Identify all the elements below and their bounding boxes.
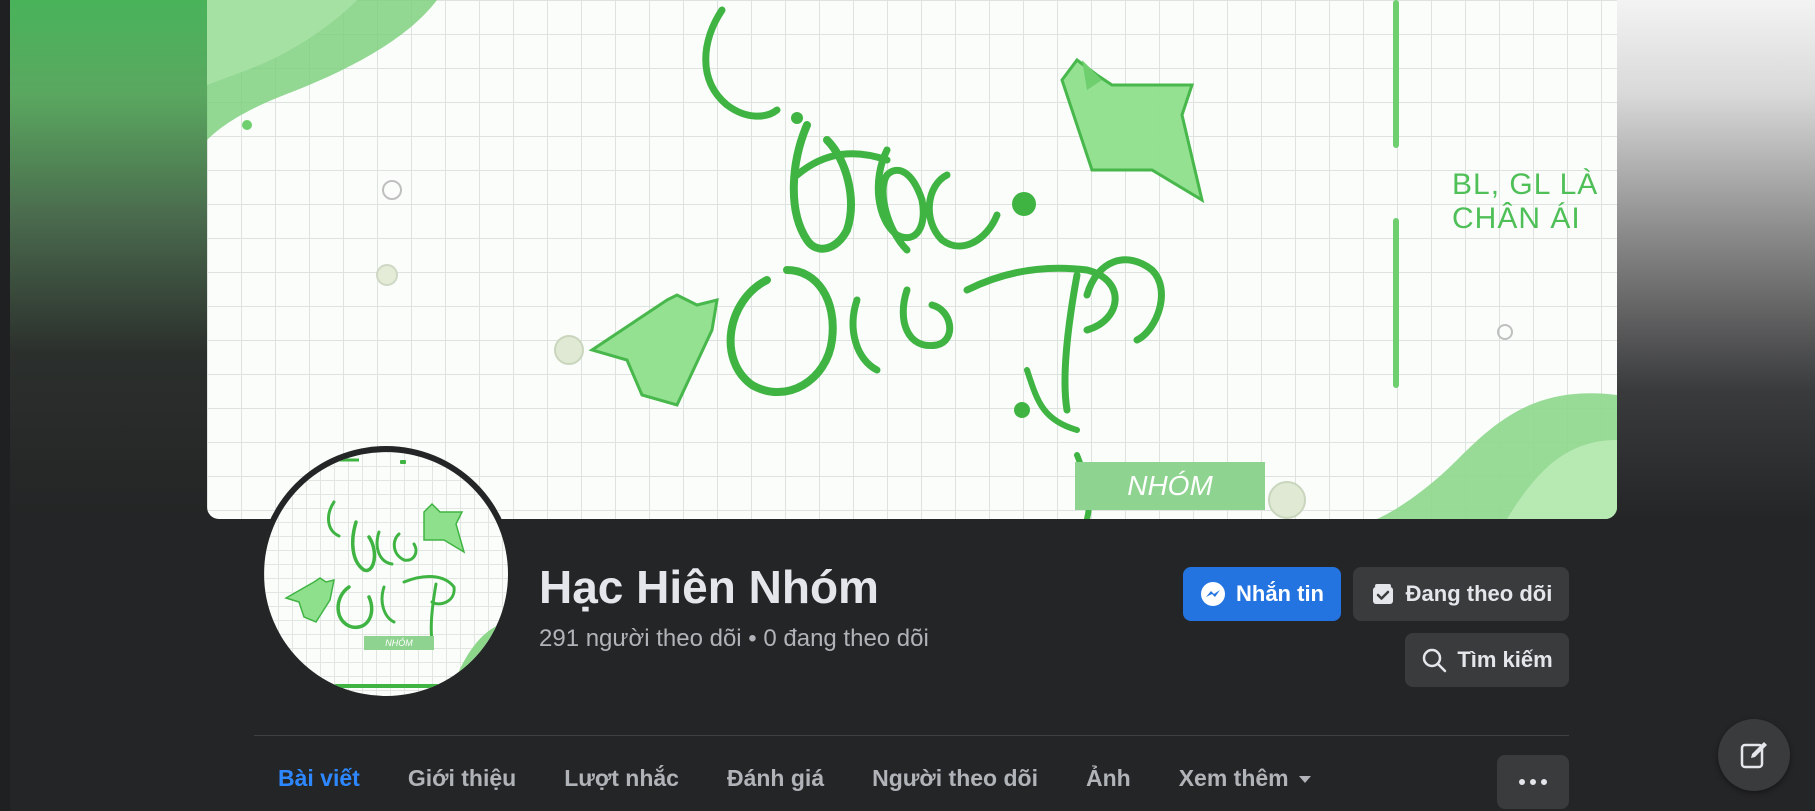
tab-see-more[interactable]: Xem thêm xyxy=(1155,748,1335,808)
more-dots-icon xyxy=(1541,779,1547,785)
more-dots-icon xyxy=(1530,779,1536,785)
tab-label: Bài viết xyxy=(278,765,360,791)
message-button-label: Nhắn tin xyxy=(1236,581,1324,606)
compose-icon xyxy=(1740,742,1767,769)
cover-nhom-badge: NHÓM xyxy=(1075,462,1265,510)
following-icon xyxy=(1372,584,1393,604)
avatar[interactable]: NHÓM xyxy=(258,446,514,702)
page-tabs: Bài viết Giới thiệu Lượt nhắc Đánh giá N… xyxy=(254,748,1335,808)
left-edge xyxy=(0,0,10,811)
followers-count[interactable]: 291 người theo dõi • 0 đang theo dõi xyxy=(539,624,939,654)
tab-label: Ảnh xyxy=(1085,765,1131,791)
search-button[interactable]: Tìm kiếm xyxy=(1405,633,1569,687)
page-title: Hạc Hiên Nhóm xyxy=(539,561,879,613)
more-dots-icon xyxy=(1519,779,1525,785)
tab-followers[interactable]: Người theo dõi xyxy=(848,748,1062,808)
tab-photos[interactable]: Ảnh xyxy=(1062,748,1155,808)
messenger-icon xyxy=(1201,582,1225,606)
cover-photo[interactable]: BL, GL LÀ CHÂN ÁI NHÓM xyxy=(207,0,1617,519)
cover-artwork xyxy=(207,0,1617,519)
tab-label: Xem thêm xyxy=(1178,765,1289,791)
more-options-button[interactable] xyxy=(1497,755,1569,809)
cover-tagline: BL, GL LÀ CHÂN ÁI xyxy=(1452,168,1599,235)
compose-button[interactable] xyxy=(1718,719,1790,791)
search-icon xyxy=(1423,648,1447,673)
header-divider xyxy=(254,735,1569,736)
chevron-down-icon xyxy=(1298,775,1311,783)
avatar-artwork xyxy=(284,458,508,696)
tab-label: Đánh giá xyxy=(726,765,825,791)
avatar-image: NHÓM xyxy=(264,452,508,696)
tab-about[interactable]: Giới thiệu xyxy=(384,748,540,808)
tab-posts[interactable]: Bài viết xyxy=(254,748,384,808)
tab-label: Giới thiệu xyxy=(407,765,517,791)
tab-label: Lượt nhắc xyxy=(564,765,679,791)
message-button[interactable]: Nhắn tin xyxy=(1183,567,1341,621)
tab-reviews[interactable]: Đánh giá xyxy=(703,748,848,808)
page-root: BL, GL LÀ CHÂN ÁI NHÓM NHÓM Hạc Hiên Nhó… xyxy=(0,0,1815,811)
tab-label: Người theo dõi xyxy=(872,765,1038,791)
tab-mentions[interactable]: Lượt nhắc xyxy=(540,748,703,808)
cover-backdrop-right xyxy=(1615,0,1815,520)
following-button-label: Đang theo dõi xyxy=(1405,581,1553,606)
search-button-label: Tìm kiếm xyxy=(1457,647,1553,672)
avatar-nhom-badge: NHÓM xyxy=(364,636,434,650)
following-button[interactable]: Đang theo dõi xyxy=(1353,567,1569,621)
